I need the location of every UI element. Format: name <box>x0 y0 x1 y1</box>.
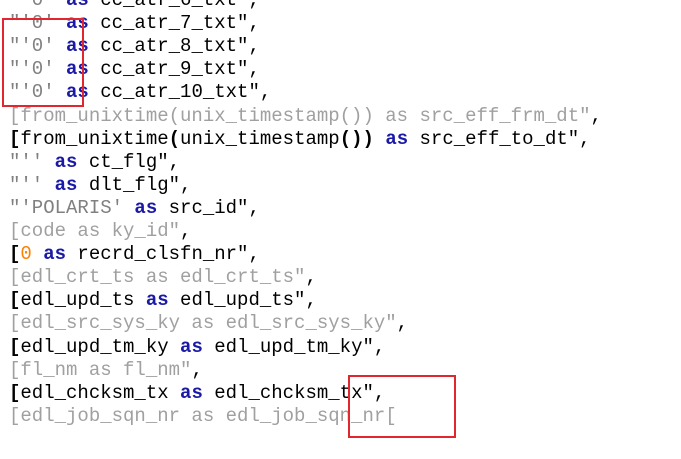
code-token: ()) <box>339 127 374 150</box>
code-token: "'0' <box>9 58 67 81</box>
code-token: as <box>66 0 89 11</box>
code-token: , <box>180 220 192 242</box>
code-token: unix_timestamp <box>180 127 340 150</box>
code-line[interactable]: [edl_upd_ts as edl_upd_ts", <box>9 289 317 312</box>
code-token: [ <box>9 243 21 266</box>
code-token: "'0' <box>9 12 67 35</box>
code-line[interactable]: "'0' as cc_atr_6_txt", <box>9 0 260 12</box>
code-token: as <box>66 35 89 58</box>
code-token: as <box>66 81 89 104</box>
code-line[interactable]: "'POLARIS' as src_id", <box>9 197 260 220</box>
code-line[interactable]: "'' as ct_flg", <box>9 151 180 174</box>
code-token: , <box>590 104 602 127</box>
code-editor[interactable]: [edl_job_sqn_nr as edl_job_sqn_nr[[edl_c… <box>0 0 681 459</box>
code-token: edl_chcksm_tx", <box>202 381 386 404</box>
code-line[interactable]: "'0' as cc_atr_9_txt", <box>9 58 260 81</box>
code-line[interactable]: [edl_chcksm_tx as edl_chcksm_tx", <box>9 382 385 405</box>
code-token: "'' <box>9 173 55 196</box>
code-token: as <box>54 150 78 173</box>
code-token: , <box>191 358 203 381</box>
code-token: edl_upd_ts <box>20 289 146 312</box>
code-token: [ <box>9 127 21 150</box>
code-token: dlt_flg", <box>77 173 192 196</box>
code-token: as <box>145 289 169 312</box>
code-token: edl_chcksm_tx <box>20 381 181 404</box>
code-token: src_eff_to_dt", <box>408 127 591 150</box>
code-token: 0 <box>20 243 32 266</box>
code-token: "'0' <box>9 35 67 58</box>
code-line[interactable]: [edl_upd_tm_ky as edl_upd_tm_ky", <box>9 336 385 359</box>
code-token: ( <box>168 127 181 150</box>
code-token: as <box>180 381 203 404</box>
code-token: edl_upd_ts", <box>168 289 317 312</box>
code-line[interactable]: "'0' as cc_atr_8_txt", <box>9 35 260 58</box>
code-token: as <box>66 58 89 81</box>
code-token: [edl_crt_ts as edl_crt_ts" <box>9 266 306 289</box>
code-line[interactable]: [from_unixtime(unix_timestamp()) as src_… <box>9 105 602 128</box>
code-token: [edl_src_sys_ky as edl_src_sys_ky" <box>9 312 397 335</box>
code-token: cc_atr_7_txt", <box>88 12 260 35</box>
code-line[interactable]: "'0' as cc_atr_7_txt", <box>9 12 260 35</box>
code-token: from_unixtime <box>20 127 169 150</box>
code-token: cc_atr_8_txt", <box>88 35 260 58</box>
code-token: edl_upd_tm_ky", <box>202 335 386 358</box>
code-line[interactable]: [edl_crt_ts as edl_crt_ts", <box>9 266 317 289</box>
code-token: , <box>305 266 317 289</box>
code-line[interactable]: [edl_job_sqn_nr as edl_job_sqn_nr[ <box>9 405 397 428</box>
code-line[interactable]: [from_unixtime(unix_timestamp()) as src_… <box>9 128 591 151</box>
code-token: as <box>66 12 89 35</box>
code-line[interactable]: [fl_nm as fl_nm", <box>9 359 203 382</box>
code-token: [ <box>9 289 21 312</box>
code-token: cc_atr_10_txt", <box>88 81 272 104</box>
code-token: cc_atr_9_txt", <box>88 58 260 81</box>
code-line[interactable]: [edl_src_sys_ky as edl_src_sys_ky", <box>9 312 408 335</box>
code-token: ct_flg", <box>77 150 181 173</box>
code-line[interactable]: [code as ky_id", <box>9 220 191 243</box>
code-token: recrd_clsfn_nr", <box>66 243 260 266</box>
code-token: edl_upd_tm_ky <box>20 335 181 358</box>
code-line[interactable]: "'' as dlt_flg", <box>9 174 191 197</box>
code-token: [ <box>9 335 21 358</box>
code-token: "'' <box>9 150 55 173</box>
code-token: [ <box>9 381 21 404</box>
code-token: [code as ky_id" <box>9 220 181 242</box>
code-token: "'0' <box>9 0 67 11</box>
code-token: as <box>134 196 158 219</box>
code-token: src_id", <box>157 196 260 219</box>
code-token: [from_unixtime(unix_timestamp()) as src_… <box>9 104 591 127</box>
code-token: as <box>43 243 67 266</box>
code-token: as <box>54 173 78 196</box>
code-token: as <box>180 335 203 358</box>
code-line[interactable]: [0 as recrd_clsfn_nr", <box>9 243 260 266</box>
code-token: [fl_nm as fl_nm" <box>9 358 192 381</box>
code-token: "'POLARIS' <box>9 196 135 219</box>
code-token: [edl_job_sqn_nr as edl_job_sqn_nr[ <box>9 404 397 427</box>
code-token: "'0' <box>9 81 67 104</box>
code-token: , <box>396 312 409 335</box>
code-token: cc_atr_6_txt", <box>88 0 260 11</box>
code-line[interactable]: "'0' as cc_atr_10_txt", <box>9 81 271 104</box>
code-token: as <box>385 127 409 150</box>
